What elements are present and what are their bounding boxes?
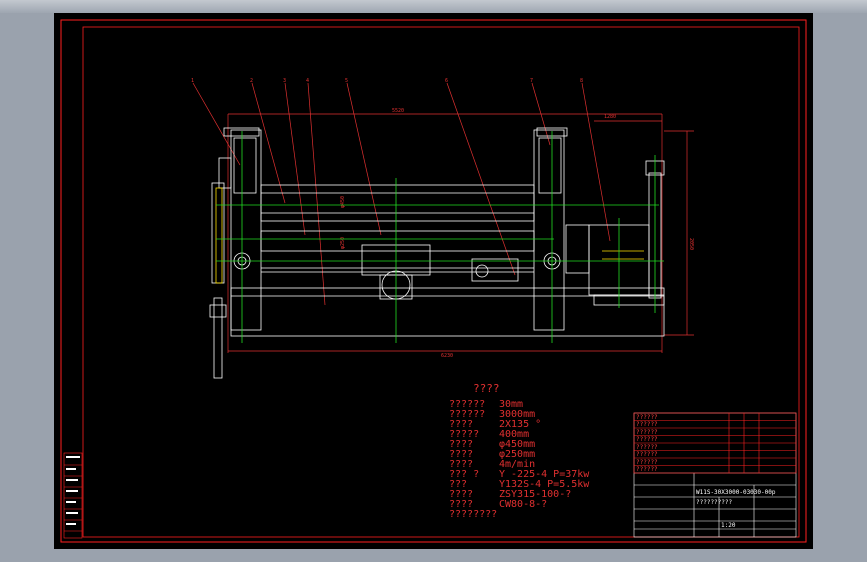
drawing-number: W11S-30X3000-03030-00p xyxy=(696,489,776,496)
spec-note: ???????? xyxy=(449,509,498,520)
svg-text:7: 7 xyxy=(530,78,533,84)
dim-top-span: 5520 xyxy=(392,108,404,114)
dimension-lines xyxy=(227,113,694,353)
left-stamp-column xyxy=(63,452,83,539)
svg-text:3: 3 xyxy=(283,78,286,84)
center-lines xyxy=(216,131,664,343)
spec-title: ???? xyxy=(473,382,500,395)
svg-text:1: 1 xyxy=(191,78,194,84)
inner-frame xyxy=(82,26,800,538)
svg-text:2: 2 xyxy=(250,78,253,84)
parts-row-6: ?????? xyxy=(636,451,658,458)
part-labels: 1 2 3 4 5 6 7 8 xyxy=(191,78,583,84)
drawing-subtitle: ?????????? xyxy=(696,499,733,506)
svg-text:4: 4 xyxy=(306,78,309,84)
outer-frame xyxy=(60,19,807,543)
dim-bottom-span: 6230 xyxy=(441,353,453,359)
dim-top-right: 1280 xyxy=(604,114,616,120)
drawing-canvas: 5520 1280 6230 2050 φ450 φ250 1 2 3 4 5 … xyxy=(60,19,807,543)
roll-bending-machine xyxy=(209,127,665,379)
svg-text:8: 8 xyxy=(580,78,583,84)
title-block-grid xyxy=(633,412,797,538)
parts-row-8: ?????? xyxy=(636,466,658,473)
svg-text:5: 5 xyxy=(345,78,348,84)
dim-right-height: 2050 xyxy=(688,238,694,250)
parts-row-3: ?????? xyxy=(636,429,658,436)
parts-row-5: ?????? xyxy=(636,444,658,451)
parts-row-7: ?????? xyxy=(636,459,658,466)
parts-row-2: ?????? xyxy=(636,421,658,428)
dim-upper-roll-dia: φ450 xyxy=(340,196,346,208)
parts-row-4: ?????? xyxy=(636,436,658,443)
svg-text:6: 6 xyxy=(445,78,448,84)
drawing-scale: 1:20 xyxy=(721,522,736,529)
title-block-parts-table xyxy=(633,412,797,474)
viewer-top-bar xyxy=(0,0,867,13)
parts-row-1: ?????? xyxy=(636,414,658,421)
drawing-sheet: 5520 1280 6230 2050 φ450 φ250 1 2 3 4 5 … xyxy=(54,13,813,549)
